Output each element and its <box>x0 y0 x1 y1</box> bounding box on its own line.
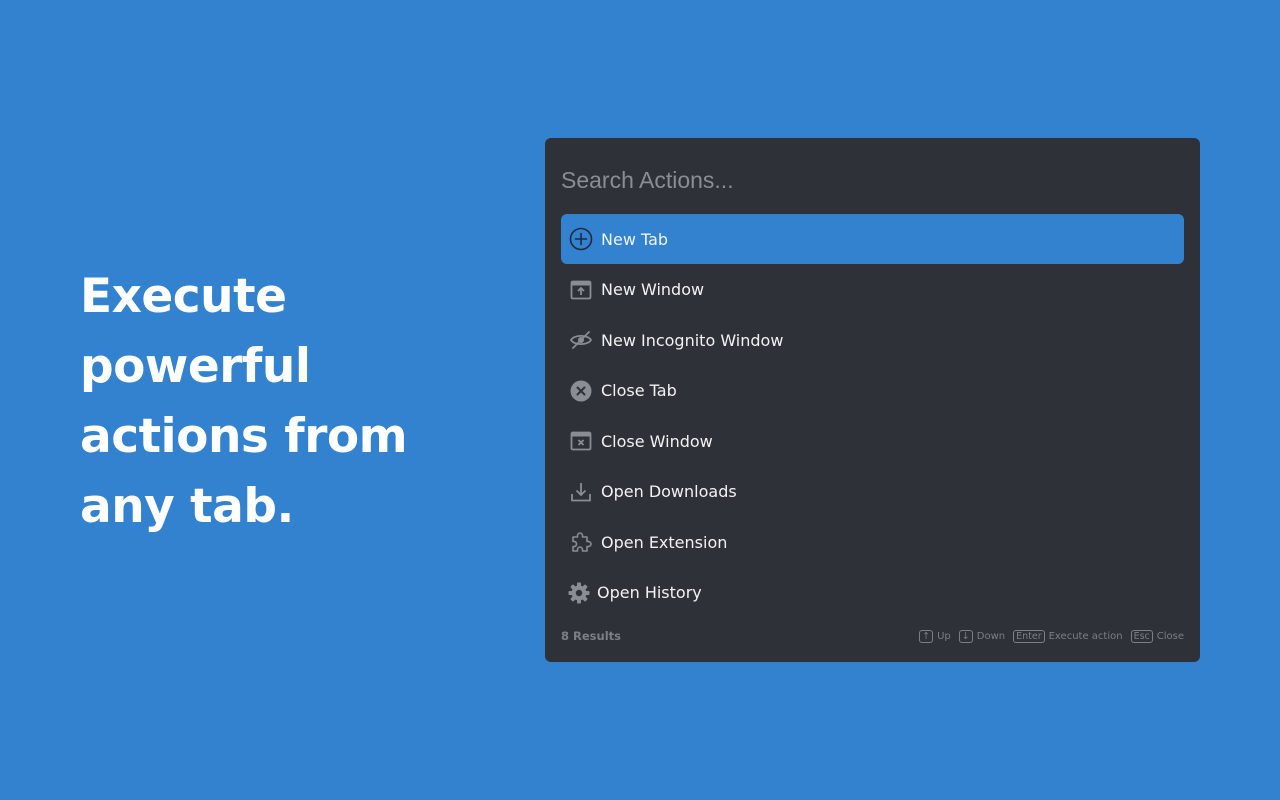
puzzle-icon <box>569 530 593 554</box>
headline: Execute powerful actions from any tab. <box>80 262 500 542</box>
action-list: New Tab New Window New Incognito Window … <box>561 214 1184 618</box>
enter-key: Enter <box>1013 629 1045 643</box>
arrow-up-key: ↑ <box>919 629 934 643</box>
hint-label: Down <box>976 630 1006 642</box>
headline-line-1: Execute <box>80 269 287 324</box>
gear-icon <box>567 581 591 605</box>
arrow-down-key: ↓ <box>958 629 973 643</box>
action-label: Close Tab <box>601 381 677 400</box>
action-label: Close Window <box>601 431 713 451</box>
hint-label: Up <box>937 630 951 642</box>
action-item-open-downloads[interactable]: Open Downloads <box>561 467 1184 517</box>
new-window-icon <box>569 278 593 302</box>
headline-line-2: powerful <box>80 339 311 394</box>
action-item-new-incognito-window[interactable]: New Incognito Window <box>561 315 1184 365</box>
eye-off-icon <box>569 328 593 352</box>
hint-enter: Enter Execute action <box>1013 629 1123 643</box>
palette-footer: 8 Results ↑ Up ↓ Down Enter Execute acti… <box>561 626 1184 646</box>
keyboard-hints: ↑ Up ↓ Down Enter Execute action Esc Clo… <box>911 629 1184 643</box>
action-label: Open Downloads <box>601 482 737 501</box>
hint-escape: Esc Close <box>1130 629 1184 643</box>
hint-label: Execute action <box>1048 630 1123 642</box>
action-item-open-extension[interactable]: Open Extension <box>561 517 1184 567</box>
search-input[interactable] <box>561 162 1181 198</box>
action-label: Open History <box>597 583 702 602</box>
plus-circle-icon <box>569 227 593 251</box>
action-item-close-tab[interactable]: Close Tab <box>561 366 1184 416</box>
results-count: 8 Results <box>561 629 621 643</box>
close-window-icon <box>569 429 593 453</box>
action-item-close-window[interactable]: Close Window <box>561 416 1184 466</box>
headline-line-4: any tab. <box>80 479 294 534</box>
command-palette: New Tab New Window <box>545 138 1200 662</box>
hint-label: Close <box>1156 630 1184 642</box>
action-label: New Tab <box>601 229 669 249</box>
action-label: New Window <box>601 280 705 299</box>
hint-down: ↓ Down <box>958 629 1006 643</box>
headline-line-3: actions from <box>80 409 408 464</box>
escape-key: Esc <box>1130 629 1153 643</box>
action-item-new-tab[interactable]: New Tab <box>561 214 1184 264</box>
action-item-new-window[interactable]: New Window <box>561 265 1184 315</box>
action-item-open-history[interactable]: Open History <box>561 568 1184 618</box>
action-label: New Incognito Window <box>601 330 784 350</box>
close-circle-icon <box>569 379 593 403</box>
action-label: Open Extension <box>601 532 728 552</box>
hint-up: ↑ Up <box>919 629 951 643</box>
download-icon <box>569 480 593 504</box>
